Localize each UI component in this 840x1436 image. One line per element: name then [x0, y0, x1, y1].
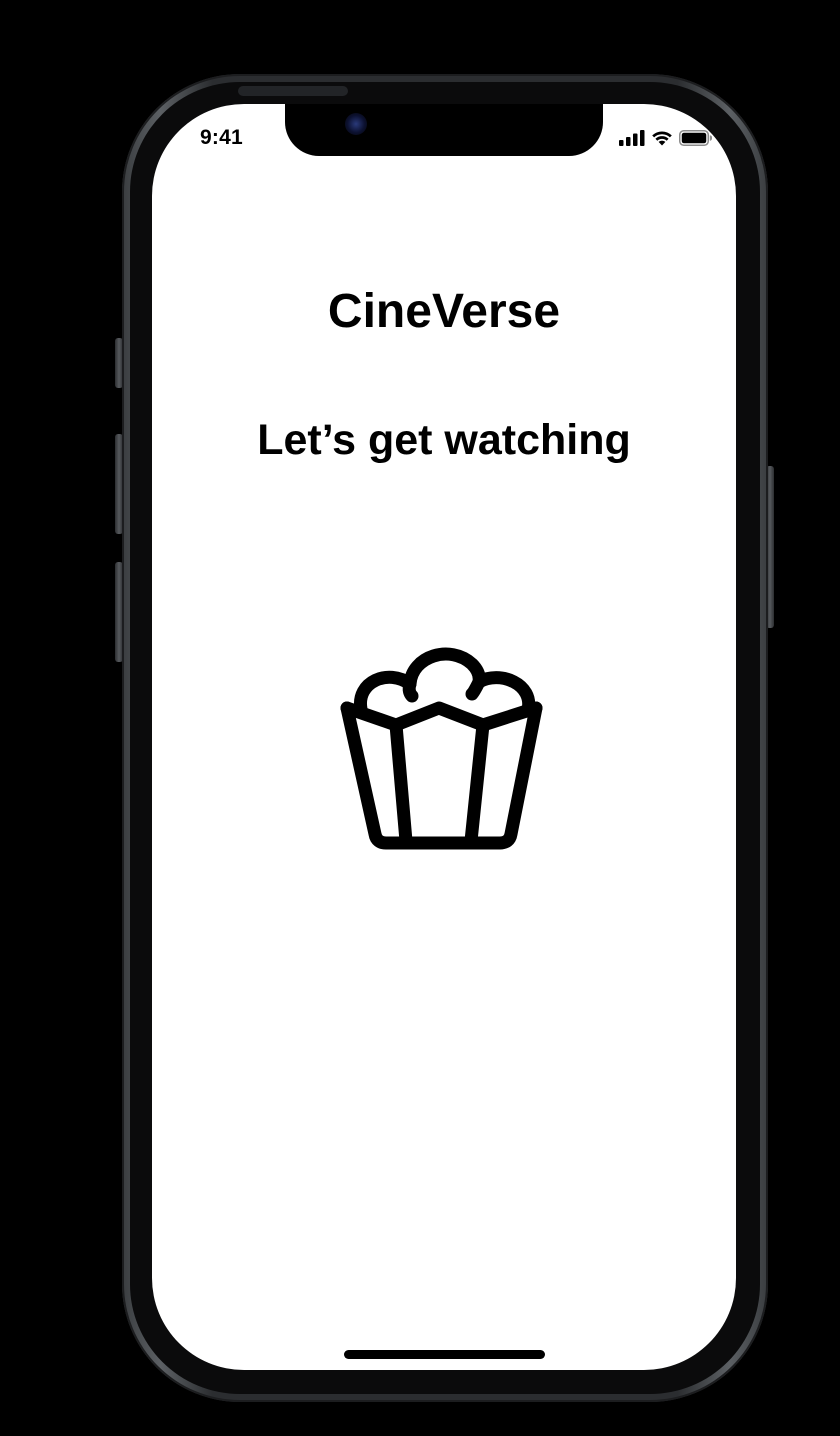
device-stage: 9:41 CineVerse Let’s get watching [0, 0, 840, 1436]
home-indicator[interactable] [344, 1350, 545, 1359]
status-icons [619, 130, 713, 151]
camera-notch [285, 104, 603, 156]
app-title: CineVerse [327, 285, 561, 338]
battery-icon [679, 130, 713, 151]
popcorn-icon [338, 642, 550, 852]
phone-screen: 9:41 CineVerse Let’s get watching [152, 104, 736, 1370]
wifi-icon [651, 130, 673, 151]
earpiece-speaker [238, 86, 348, 96]
status-time: 9:41 [200, 126, 243, 149]
cellular-signal-icon [619, 130, 645, 151]
front-camera [345, 113, 367, 135]
onboarding-tagline: Let’s get watching [257, 416, 631, 464]
